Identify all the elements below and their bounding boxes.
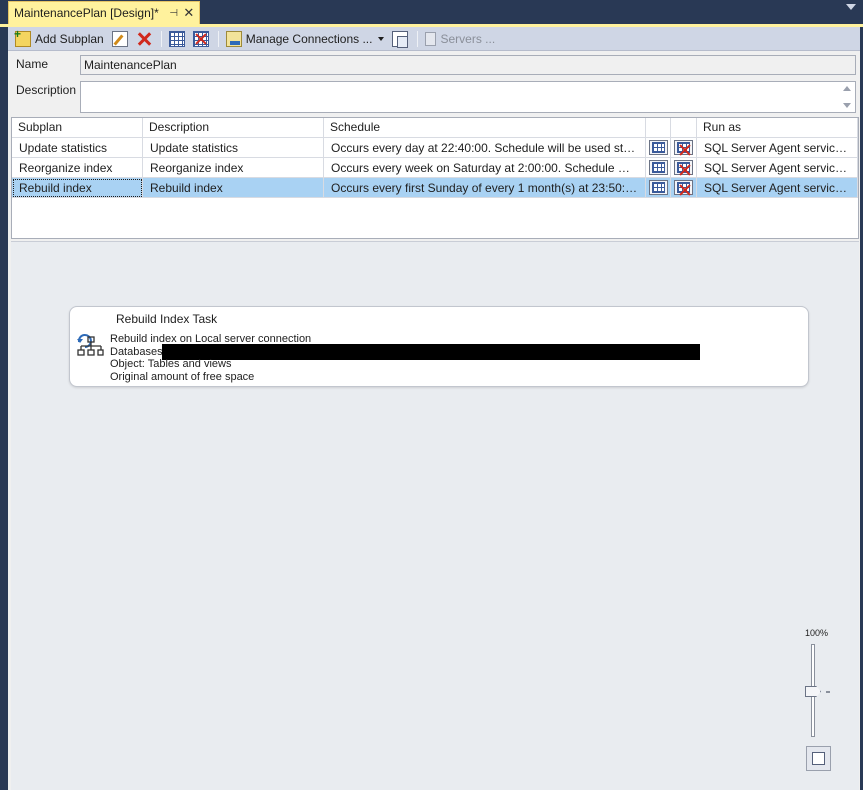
table-row[interactable]: Reorganize index Reorganize index Occurs… bbox=[12, 158, 858, 178]
column-header-description[interactable]: Description bbox=[143, 118, 324, 138]
edit-schedule-button[interactable] bbox=[649, 140, 668, 155]
name-label: Name bbox=[16, 57, 49, 71]
calendar-icon bbox=[652, 142, 665, 153]
reporting-logging-button[interactable] bbox=[389, 29, 411, 49]
document-tab-strip: MaintenancePlan [Design]* ⊣ ✕ bbox=[0, 0, 863, 24]
manage-connections-label: Manage Connections ... bbox=[245, 31, 373, 46]
subplan-cell[interactable]: Rebuild index bbox=[12, 178, 143, 198]
run-as-cell[interactable]: SQL Server Agent service ... bbox=[697, 158, 858, 178]
fit-to-window-icon bbox=[812, 752, 825, 765]
dropdown-arrow-icon[interactable] bbox=[378, 36, 385, 41]
toolbar: Add Subplan Manage Connections ... bbox=[8, 27, 860, 51]
subplan-cell[interactable]: Update statistics bbox=[12, 138, 143, 158]
tab-maintenance-plan-design[interactable]: MaintenancePlan [Design]* ⊣ ✕ bbox=[8, 1, 200, 24]
description-cell[interactable]: Update statistics bbox=[143, 138, 324, 158]
manage-connections-button[interactable]: Manage Connections ... bbox=[223, 29, 388, 49]
zoom-slider-thumb[interactable] bbox=[805, 686, 821, 697]
column-header-subplan[interactable]: Subplan bbox=[12, 118, 143, 138]
calendar-delete-icon bbox=[677, 182, 690, 193]
description-field[interactable] bbox=[80, 81, 856, 113]
column-header-schedule[interactable]: Schedule bbox=[324, 118, 646, 138]
task-object-line: Object: Tables and views bbox=[110, 358, 232, 370]
remove-schedule-button[interactable] bbox=[674, 180, 693, 195]
subplan-schedule-button[interactable] bbox=[166, 29, 188, 49]
calendar-delete-icon bbox=[677, 162, 690, 173]
zoom-slider-tick bbox=[826, 691, 830, 693]
delete-subplan-button[interactable] bbox=[133, 29, 155, 49]
schedule-cell[interactable]: Occurs every week on Saturday at 2:00:00… bbox=[324, 158, 646, 178]
edit-icon bbox=[111, 30, 128, 47]
connection-icon bbox=[225, 30, 242, 47]
delete-icon bbox=[136, 31, 152, 47]
table-row[interactable]: Update statistics Update statistics Occu… bbox=[12, 138, 858, 158]
remove-button-cell bbox=[671, 178, 697, 198]
add-subplan-label: Add Subplan bbox=[35, 31, 104, 46]
rebuild-index-icon bbox=[77, 334, 104, 356]
schedule-cell[interactable]: Occurs every first Sunday of every 1 mon… bbox=[324, 178, 646, 198]
pin-icon[interactable]: ⊣ bbox=[168, 8, 180, 19]
description-cell[interactable]: Rebuild index bbox=[143, 178, 324, 198]
description-cell[interactable]: Reorganize index bbox=[143, 158, 324, 178]
add-subplan-button[interactable]: Add Subplan bbox=[12, 27, 107, 49]
remove-schedule-button[interactable] bbox=[674, 160, 693, 175]
run-as-cell[interactable]: SQL Server Agent service ... bbox=[697, 178, 858, 198]
remove-button-cell bbox=[671, 138, 697, 158]
toolbar-separator bbox=[217, 30, 219, 47]
calendar-delete-icon bbox=[192, 30, 209, 47]
toolbar-separator bbox=[160, 30, 162, 47]
schedule-button-cell bbox=[646, 158, 671, 178]
edit-schedule-button[interactable] bbox=[649, 160, 668, 175]
description-label: Description bbox=[16, 83, 77, 97]
close-icon[interactable]: ✕ bbox=[183, 5, 195, 21]
scroll-down-icon[interactable] bbox=[843, 103, 851, 108]
description-scrollbar[interactable] bbox=[840, 83, 854, 111]
maintenance-plan-window: MaintenancePlan [Design]* ⊣ ✕ Add Subpla… bbox=[0, 0, 863, 790]
rebuild-index-task-box[interactable]: Rebuild Index Task Rebuild index on Loca… bbox=[69, 306, 809, 387]
chevron-down-icon[interactable] bbox=[846, 4, 856, 10]
remove-schedule-button[interactable] bbox=[190, 29, 212, 49]
scroll-up-icon[interactable] bbox=[843, 86, 851, 91]
tab-title: MaintenancePlan [Design]* bbox=[14, 6, 159, 20]
schedule-button-cell bbox=[646, 138, 671, 158]
column-header-remove-button bbox=[671, 118, 697, 138]
toolbar-separator bbox=[417, 30, 419, 47]
column-header-schedule-button bbox=[646, 118, 671, 138]
calendar-icon bbox=[652, 182, 665, 193]
remove-button-cell bbox=[671, 158, 697, 178]
servers-label: Servers ... bbox=[440, 31, 496, 46]
subplan-cell[interactable]: Reorganize index bbox=[12, 158, 143, 178]
schedule-button-cell bbox=[646, 178, 671, 198]
subplan-grid: Subplan Description Schedule Run as Upda… bbox=[11, 117, 859, 239]
grid-header-row: Subplan Description Schedule Run as bbox=[12, 118, 858, 138]
calendar-icon bbox=[168, 30, 185, 47]
redacted-databases bbox=[162, 344, 700, 360]
design-surface[interactable]: Rebuild Index Task Rebuild index on Loca… bbox=[11, 241, 859, 790]
schedule-cell[interactable]: Occurs every day at 22:40:00. Schedule w… bbox=[324, 138, 646, 158]
designer-content: Add Subplan Manage Connections ... bbox=[8, 27, 860, 790]
zoom-level-label: 100% bbox=[805, 628, 829, 638]
task-title: Rebuild Index Task bbox=[116, 312, 218, 326]
calendar-icon bbox=[652, 162, 665, 173]
servers-icon bbox=[425, 31, 437, 46]
calendar-delete-icon bbox=[677, 142, 690, 153]
task-free-space-line: Original amount of free space bbox=[110, 371, 255, 383]
edit-schedule-button[interactable] bbox=[649, 180, 668, 195]
task-databases-line: Databases: bbox=[110, 346, 166, 358]
add-subplan-icon bbox=[14, 27, 31, 47]
report-icon bbox=[392, 30, 409, 48]
servers-button[interactable]: Servers ... bbox=[422, 29, 498, 49]
name-field[interactable] bbox=[80, 55, 856, 75]
edit-subplan-button[interactable] bbox=[109, 29, 131, 49]
table-row-selected[interactable]: Rebuild index Rebuild index Occurs every… bbox=[12, 178, 858, 198]
column-header-run-as[interactable]: Run as bbox=[697, 118, 858, 138]
run-as-cell[interactable]: SQL Server Agent service ... bbox=[697, 138, 858, 158]
zoom-to-fit-button[interactable] bbox=[806, 746, 831, 771]
remove-schedule-button[interactable] bbox=[674, 140, 693, 155]
